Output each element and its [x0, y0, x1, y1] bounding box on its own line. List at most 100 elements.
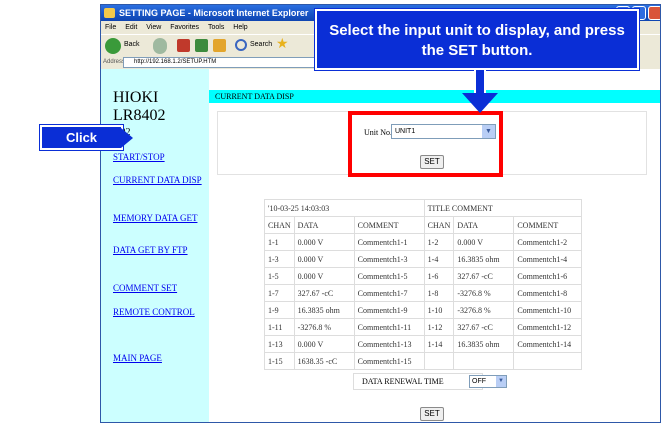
table-cell: 1-9 [264, 301, 295, 319]
nav-remote-control[interactable]: REMOTE CONTROL [113, 307, 205, 318]
table-cell: -3276.8 % [453, 284, 515, 302]
menu-file[interactable]: File [105, 21, 116, 34]
table-row: 1-7 327.67 -cC Commentch1-7 1-8 -3276.8 … [264, 284, 583, 302]
back-arrow-icon[interactable] [105, 38, 121, 54]
table-cell: 0.000 V [293, 233, 355, 251]
nav-comment-set[interactable]: COMMENT SET [113, 283, 205, 294]
table-cell: 1-1 [264, 233, 295, 251]
refresh-icon[interactable] [195, 39, 208, 52]
table-cell: 1-2 [423, 233, 455, 251]
table-cell [423, 352, 455, 370]
table-cell: 1-7 [264, 284, 295, 302]
table-cell: 1-6 [423, 267, 455, 285]
table-cell: Commentch1-12 [513, 318, 583, 336]
nav-main-page[interactable]: MAIN PAGE [113, 353, 205, 364]
table-cell: 1-15 [264, 352, 295, 370]
table-cell: Commentch1-14 [513, 335, 583, 353]
table-cell: 327.67 -cC [293, 284, 355, 302]
column-header: CHAN [423, 216, 455, 234]
chevron-down-icon[interactable]: ▼ [496, 376, 506, 387]
ie-icon [104, 8, 115, 18]
address-label: Address [103, 59, 126, 65]
stop-icon[interactable] [177, 39, 190, 52]
table-cell: Commentch1-6 [513, 267, 583, 285]
click-callout: Click [40, 125, 123, 150]
table-cell: 16.3835 ohm [453, 250, 515, 268]
table-row: 1-5 0.000 V Commentch1-5 1-6 327.67 -cC … [264, 267, 583, 285]
brand: HIOKI LR8402 [113, 89, 165, 125]
title-comment: TITLE COMMENT [423, 199, 583, 217]
search-icon[interactable] [235, 39, 247, 51]
table-cell: 1-4 [423, 250, 455, 268]
table-row: 1-3 0.000 V Commentch1-3 1-4 16.3835 ohm… [264, 250, 583, 268]
table-cell: Commentch1-11 [353, 318, 425, 336]
table-cell: 0.000 V [293, 250, 355, 268]
menu-edit[interactable]: Edit [125, 21, 137, 34]
table-cell [513, 352, 583, 370]
table-row: 1-11 -3276.8 % Commentch1-11 1-12 327.67… [264, 318, 583, 336]
sidebar: HIOKI LR8402 1.02 START/STOP CURRENT DAT… [101, 69, 209, 422]
brand-line1: HIOKI [113, 89, 159, 106]
table-cell: 1-13 [264, 335, 295, 353]
address-url[interactable]: http://192.168.1.2/SETUP.HTM [134, 59, 216, 65]
column-header: CHAN [264, 216, 295, 234]
table-cell: 1-10 [423, 301, 455, 319]
table-cell: Commentch1-13 [353, 335, 425, 353]
down-arrow-icon [462, 93, 498, 113]
data-table: '10-03-25 14:03:03 TITLE COMMENT CHAN DA… [264, 199, 583, 370]
renewal-select[interactable]: OFF ▼ [469, 375, 507, 388]
table-cell: Commentch1-9 [353, 301, 425, 319]
nav-memory-data-get[interactable]: MEMORY DATA GET [113, 213, 205, 224]
callout-arrow-shaft [474, 70, 486, 95]
table-cell: 1-11 [264, 318, 295, 336]
table-row: 1-1 0.000 V Commentch1-1 1-2 0.000 V Com… [264, 233, 583, 251]
set-renewal-button[interactable]: SET [420, 407, 444, 421]
table-cell: 1-8 [423, 284, 455, 302]
table-cell: Commentch1-8 [513, 284, 583, 302]
table-cell: 0.000 V [453, 233, 515, 251]
table-cell: -3276.8 % [453, 301, 515, 319]
table-row: 1-15 1638.35 -cC Commentch1-15 [264, 352, 583, 370]
renewal-select-value[interactable]: OFF [472, 378, 486, 385]
home-icon[interactable] [213, 39, 226, 52]
table-cell: 16.3835 ohm [453, 335, 515, 353]
table-cell: Commentch1-3 [353, 250, 425, 268]
table-cell: Commentch1-4 [513, 250, 583, 268]
table-cell: Commentch1-1 [353, 233, 425, 251]
table-cell: Commentch1-2 [513, 233, 583, 251]
back-button-label[interactable]: Back [124, 41, 140, 48]
address-input[interactable]: http://192.168.1.2/SETUP.HTM [123, 57, 323, 68]
table-cell: 327.67 -cC [453, 267, 515, 285]
renewal-row: DATA RENEWAL TIME [353, 373, 483, 390]
table-cell: Commentch1-15 [353, 352, 425, 370]
table-cell: 327.67 -cC [453, 318, 515, 336]
favorites-star-icon[interactable]: ★ [276, 38, 290, 52]
table-header-row: '10-03-25 14:03:03 TITLE COMMENT [264, 199, 583, 217]
brand-line2: LR8402 [113, 107, 166, 124]
table-cell: Commentch1-5 [353, 267, 425, 285]
nav-current-data-disp[interactable]: CURRENT DATA DISP [113, 175, 205, 186]
close-icon[interactable] [648, 6, 660, 20]
nav-start-stop[interactable]: START/STOP [113, 152, 205, 163]
nav-data-get-by-ftp[interactable]: DATA GET BY FTP [113, 245, 205, 256]
page-heading: CURRENT DATA DISP [209, 90, 660, 103]
column-header: COMMENT [513, 216, 583, 234]
table-row: 1-13 0.000 V Commentch1-13 1-14 16.3835 … [264, 335, 583, 353]
forward-arrow-icon[interactable] [153, 38, 167, 54]
table-cell: 1-14 [423, 335, 455, 353]
table-cell: Commentch1-7 [353, 284, 425, 302]
column-header: DATA [453, 216, 515, 234]
search-button-label[interactable]: Search [250, 41, 272, 48]
table-cell: 1638.35 -cC [293, 352, 355, 370]
column-header: DATA [293, 216, 355, 234]
menu-favorites[interactable]: Favorites [170, 21, 199, 34]
column-header: COMMENT [353, 216, 425, 234]
table-cell: 1-12 [423, 318, 455, 336]
menu-view[interactable]: View [146, 21, 161, 34]
menu-tools[interactable]: Tools [208, 21, 224, 34]
table-cell: 16.3835 ohm [293, 301, 355, 319]
menu-help[interactable]: Help [233, 21, 247, 34]
table-cell: Commentch1-10 [513, 301, 583, 319]
instruction-callout: Select the input unit to display, and pr… [315, 9, 639, 70]
right-arrow-icon [121, 128, 133, 148]
